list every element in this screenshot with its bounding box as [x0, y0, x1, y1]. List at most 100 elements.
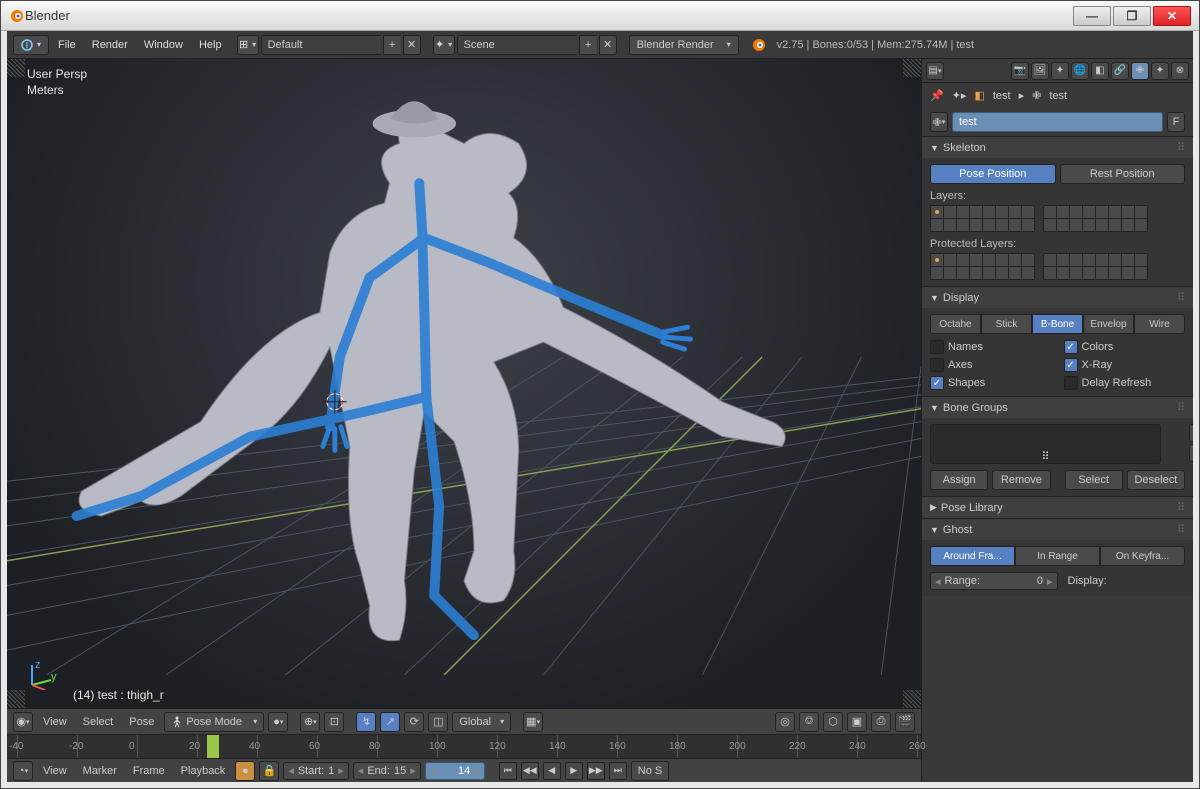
protected-layers[interactable] — [930, 253, 1185, 280]
layout-field[interactable]: Default — [261, 35, 381, 55]
editor-type-icon[interactable]: ◉▾ — [13, 712, 33, 732]
lock-icon[interactable]: 🔒 — [259, 761, 279, 781]
pin-icon[interactable]: 📌 — [930, 89, 944, 102]
world-tab-icon[interactable]: 🌐 — [1071, 62, 1089, 80]
bone-constraint-tab-icon[interactable]: ⊗ — [1171, 62, 1189, 80]
panel-header-pose-library[interactable]: ▶Pose Library⠿ — [922, 497, 1193, 518]
snap-icon[interactable]: ⎊ — [799, 712, 819, 732]
check-shapes[interactable] — [930, 376, 944, 390]
play-reverse-button[interactable]: ◀ — [543, 762, 561, 780]
jump-start-button[interactable]: ⏮ — [499, 762, 517, 780]
select-button[interactable]: Select — [1065, 470, 1123, 490]
menu-render[interactable]: Render — [85, 35, 135, 55]
assign-button[interactable]: Assign — [930, 470, 988, 490]
close-button[interactable]: ✕ — [1153, 6, 1191, 26]
editor-type-icon[interactable]: i▾ — [13, 35, 49, 55]
fake-user-button[interactable]: F — [1167, 112, 1185, 132]
menu-window[interactable]: Window — [137, 35, 190, 55]
scene-add-button[interactable]: + — [579, 35, 597, 55]
auto-keyframe-icon[interactable]: ● — [235, 761, 255, 781]
keyframe-next-button[interactable]: ▶▶ — [587, 762, 605, 780]
check-xray[interactable] — [1064, 358, 1078, 372]
layout-add-button[interactable]: + — [383, 35, 401, 55]
manipulator-toggle-icon[interactable]: ↯ — [356, 712, 376, 732]
render-preview-icon[interactable]: ▣ — [847, 712, 867, 732]
check-names[interactable] — [930, 340, 944, 354]
3d-viewport[interactable]: User Persp Meters — [7, 59, 921, 708]
opengl-anim-icon[interactable]: 🎬 — [895, 712, 915, 732]
timeline-cursor[interactable] — [207, 735, 219, 758]
menu-file[interactable]: File — [51, 35, 83, 55]
pose-position-button[interactable]: Pose Position — [930, 164, 1056, 184]
add-bone-group-button[interactable]: + — [1189, 424, 1193, 442]
scene-remove-button[interactable]: ✕ — [599, 35, 617, 55]
shading-dropdown[interactable]: ●▾ — [268, 712, 288, 732]
minimize-button[interactable]: — — [1073, 6, 1111, 26]
check-delay-refresh[interactable] — [1064, 376, 1078, 390]
ghost-on-keyframes[interactable]: On Keyfra... — [1100, 546, 1185, 566]
armature-tab-icon[interactable]: ✙ — [1131, 62, 1149, 80]
panel-header-skeleton[interactable]: ▼Skeleton⠿ — [922, 137, 1193, 158]
scene-tab-icon[interactable]: ✦ — [1051, 62, 1069, 80]
snap-target-icon[interactable]: ⬡ — [823, 712, 843, 732]
opengl-render-icon[interactable]: ⎙ — [871, 712, 891, 732]
scene-field[interactable]: Scene — [457, 35, 577, 55]
orientation-dropdown[interactable]: Global▾ — [452, 712, 511, 732]
display-octahedral[interactable]: Octahe — [930, 314, 981, 334]
render-tab-icon[interactable]: 📷 — [1011, 62, 1029, 80]
menu-view[interactable]: View — [37, 712, 73, 732]
check-colors[interactable] — [1064, 340, 1078, 354]
constraints-tab-icon[interactable]: 🔗 — [1111, 62, 1129, 80]
current-frame-field[interactable]: 14 — [425, 762, 485, 780]
layout-remove-button[interactable]: ✕ — [403, 35, 421, 55]
breadcrumb-data[interactable]: test — [1049, 90, 1067, 102]
ghost-around-frame[interactable]: Around Fra... — [930, 546, 1015, 566]
sync-dropdown[interactable]: No S — [631, 761, 669, 781]
menu-pose[interactable]: Pose — [123, 712, 160, 732]
ghost-in-range[interactable]: In Range — [1015, 546, 1100, 566]
armature-layers[interactable] — [930, 205, 1185, 232]
menu-playback[interactable]: Playback — [175, 761, 232, 781]
display-wire[interactable]: Wire — [1134, 314, 1185, 334]
display-stick[interactable]: Stick — [981, 314, 1032, 334]
editor-type-icon[interactable]: ▤▾ — [926, 62, 944, 80]
end-frame-field[interactable]: End:15 — [353, 762, 421, 780]
remove-button[interactable]: Remove — [992, 470, 1050, 490]
translate-manipulator-icon[interactable]: ↗ — [380, 712, 400, 732]
pivot-dropdown[interactable]: ⊕▾ — [300, 712, 320, 732]
scale-manipulator-icon[interactable]: ◫ — [428, 712, 448, 732]
proportional-edit-icon[interactable]: ◎ — [775, 712, 795, 732]
panel-header-ghost[interactable]: ▼Ghost⠿ — [922, 519, 1193, 540]
check-axes[interactable] — [930, 358, 944, 372]
render-layers-tab-icon[interactable]: 🖼 — [1031, 62, 1049, 80]
rest-position-button[interactable]: Rest Position — [1060, 164, 1186, 184]
bone-groups-list[interactable]: ⠿ — [930, 424, 1161, 464]
menu-view[interactable]: View — [37, 761, 73, 781]
play-button[interactable]: ▶ — [565, 762, 583, 780]
ghost-range-field[interactable]: Range:0 — [930, 572, 1058, 590]
render-engine-dropdown[interactable]: Blender Render▾ — [629, 35, 739, 55]
mode-dropdown[interactable]: Pose Mode▾ — [164, 712, 264, 732]
menu-select[interactable]: Select — [77, 712, 120, 732]
armature-name-field[interactable]: test — [952, 112, 1163, 132]
scene-browse-icon[interactable]: ✦▾ — [433, 35, 455, 55]
remove-bone-group-button[interactable]: − — [1189, 444, 1193, 462]
display-envelope[interactable]: Envelop — [1083, 314, 1134, 334]
jump-end-button[interactable]: ⏭ — [609, 762, 627, 780]
manipulator-only-icon[interactable]: ⊡ — [324, 712, 344, 732]
layers-dropdown-icon[interactable]: ▦▾ — [523, 712, 543, 732]
deselect-button[interactable]: Deselect — [1127, 470, 1185, 490]
breadcrumb-object[interactable]: test — [993, 90, 1011, 102]
editor-type-icon[interactable]: ◔▾ — [13, 761, 33, 781]
maximize-button[interactable]: ❐ — [1113, 6, 1151, 26]
menu-help[interactable]: Help — [192, 35, 229, 55]
menu-marker[interactable]: Marker — [77, 761, 123, 781]
start-frame-field[interactable]: Start:1 — [283, 762, 348, 780]
display-bbone[interactable]: B-Bone — [1032, 314, 1083, 334]
timeline-area[interactable]: -40-200204060801001201401601802002202402… — [7, 734, 921, 758]
object-tab-icon[interactable]: ◧ — [1091, 62, 1109, 80]
panel-header-display[interactable]: ▼Display⠿ — [922, 287, 1193, 308]
datablock-browse-icon[interactable]: ✙▾ — [930, 112, 948, 132]
panel-header-bone-groups[interactable]: ▼Bone Groups⠿ — [922, 397, 1193, 418]
keyframe-prev-button[interactable]: ◀◀ — [521, 762, 539, 780]
